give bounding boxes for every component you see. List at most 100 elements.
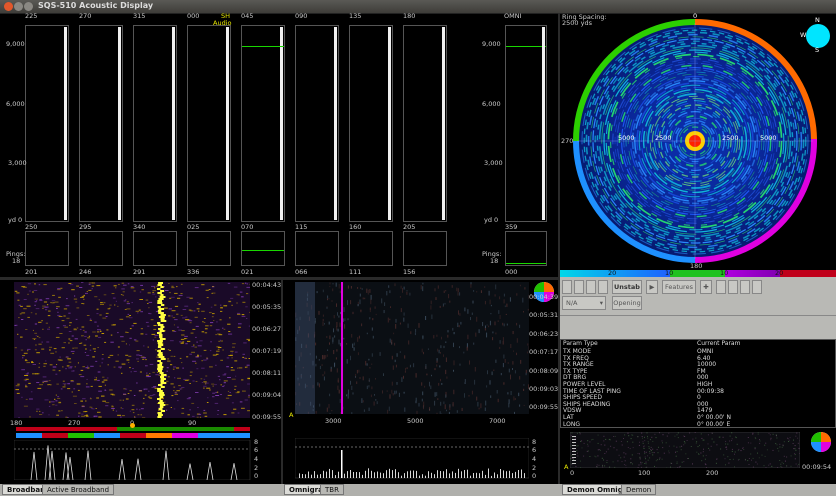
- opening-button[interactable]: Opening: [612, 296, 642, 310]
- omni-mini-column[interactable]: [505, 231, 547, 266]
- omnigram-waterfall[interactable]: [295, 282, 529, 414]
- tab-active-broadband[interactable]: Active Broadband: [42, 484, 115, 495]
- tool-button[interactable]: [586, 280, 596, 294]
- mini-column[interactable]: [349, 231, 393, 266]
- mini-column[interactable]: [241, 231, 285, 266]
- tool-button[interactable]: [598, 280, 608, 294]
- broadband-waterfall[interactable]: [14, 282, 250, 418]
- wrench-icon[interactable]: ✚: [700, 280, 712, 294]
- mini-bottom-label: 201: [25, 268, 38, 276]
- tool-button[interactable]: [752, 280, 762, 294]
- axis-label: 180: [10, 419, 23, 427]
- level-bar: [280, 27, 283, 220]
- mini-bottom-label: 156: [403, 268, 416, 276]
- tool-button[interactable]: [716, 280, 726, 294]
- range-marker: [242, 46, 284, 47]
- demon-waterfall[interactable]: [570, 432, 800, 468]
- time-label: 00:07:19: [252, 347, 282, 355]
- mini-bottom-label: 336: [187, 268, 200, 276]
- mini-bottom-label: 246: [79, 268, 92, 276]
- range-marker: [506, 263, 546, 264]
- mini-column[interactable]: [79, 231, 123, 266]
- hist-tick: 2: [532, 464, 537, 472]
- a-marker: A: [289, 411, 294, 419]
- unstab-button[interactable]: Unstab: [612, 280, 642, 294]
- range-label: 5000: [618, 134, 635, 142]
- param-table: Param Type Current Param TX MODE OMNI TX F…: [560, 339, 836, 428]
- mini-column[interactable]: [403, 231, 447, 266]
- omnigram-panel: 00:04:39 00:05:31 00:06:23 00:07:17 00:08:09…: [283, 280, 558, 484]
- time-label: 00:07:17: [529, 348, 559, 357]
- compass-disc: [806, 24, 830, 48]
- range-label: 2500: [722, 134, 739, 142]
- range-column[interactable]: [403, 25, 447, 222]
- time-label: 00:04:43: [252, 281, 282, 289]
- omni-range-column[interactable]: [505, 25, 547, 222]
- features-button[interactable]: Features: [662, 280, 696, 294]
- compass-s: S: [815, 46, 820, 54]
- bearing-label: 135: [349, 12, 362, 20]
- cursor-icon[interactable]: ▶: [646, 280, 658, 294]
- axis-label: 90: [188, 419, 197, 427]
- omnigram-histogram: [295, 438, 529, 479]
- mini-column[interactable]: [133, 231, 177, 266]
- mini-top-label: 070: [241, 223, 254, 231]
- ppi-scope[interactable]: [560, 13, 836, 270]
- range-column[interactable]: [187, 25, 231, 222]
- tab-tbr[interactable]: TBR: [320, 484, 344, 495]
- bearing-range-panel: 225 250 201 270 295 246 315 340 291 000 025 336 045 0…: [0, 13, 558, 277]
- y-tick: 6,000: [482, 100, 501, 108]
- bearing-label: 045: [241, 12, 254, 20]
- mini-column[interactable]: [295, 231, 339, 266]
- mini-top-label: 115: [295, 223, 308, 231]
- tool-button[interactable]: [740, 280, 750, 294]
- range-column[interactable]: [79, 25, 123, 222]
- maximize-window-button[interactable]: [24, 2, 33, 11]
- mini-bottom-label: 021: [241, 268, 254, 276]
- mini-column[interactable]: [25, 231, 69, 266]
- a-marker: A: [564, 463, 569, 471]
- mini-top-label: 160: [349, 223, 362, 231]
- mode-select[interactable]: N/A ▾: [562, 296, 606, 310]
- frequency-cursor[interactable]: [341, 282, 343, 414]
- range-column[interactable]: [349, 25, 393, 222]
- time-label: 00:04:39: [529, 293, 559, 301]
- bearing-strip-green: [117, 427, 234, 431]
- hist-tick: 6: [254, 446, 259, 454]
- bearing-bottom: 180: [690, 262, 703, 270]
- time-label: 00:08:09: [529, 366, 559, 375]
- range-column[interactable]: [241, 25, 285, 222]
- range-column[interactable]: [295, 25, 339, 222]
- tool-button[interactable]: [562, 280, 572, 294]
- mini-bottom-label: 066: [295, 268, 308, 276]
- bearing-label: 270: [79, 12, 92, 20]
- range-column[interactable]: [133, 25, 177, 222]
- mode-select-value: N/A: [566, 299, 578, 307]
- bearing-label: 000: [187, 12, 200, 20]
- bearing-cursor[interactable]: [130, 423, 135, 428]
- param-header: Param Type Current Param: [561, 340, 833, 348]
- bearing-label: 315: [133, 12, 146, 20]
- tab-demon[interactable]: Demon: [621, 484, 657, 495]
- bearing-top: 0: [693, 12, 698, 20]
- bearing-label: 090: [295, 12, 308, 20]
- range-column[interactable]: [25, 25, 69, 222]
- scale-label: 10: [720, 269, 729, 277]
- demon-time: 00:09:54: [802, 463, 832, 471]
- range-label: 2500: [655, 134, 672, 142]
- hist-tick: 8: [532, 438, 537, 446]
- axis-label: 5000: [407, 417, 424, 425]
- bearing-label: 225: [25, 12, 38, 20]
- minimize-window-button[interactable]: [14, 2, 23, 11]
- mini-top-label: 250: [25, 223, 38, 231]
- tool-button[interactable]: [574, 280, 584, 294]
- mini-column[interactable]: [187, 231, 231, 266]
- y-tick: 9,000: [6, 40, 25, 48]
- y-tick: yd 0: [484, 216, 499, 224]
- close-window-button[interactable]: [4, 2, 13, 11]
- tab-bar: [0, 484, 836, 496]
- color-wheel-icon[interactable]: [810, 431, 832, 453]
- tool-button[interactable]: [728, 280, 738, 294]
- param-header-type: Param Type: [563, 340, 598, 347]
- hist-tick: 4: [532, 455, 537, 463]
